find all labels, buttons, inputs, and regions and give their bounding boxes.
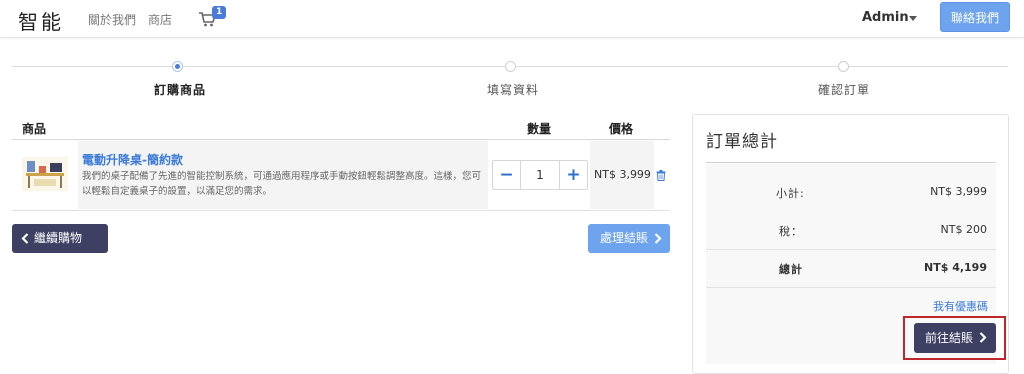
summary-divider xyxy=(706,162,996,163)
coupon-link[interactable]: 我有優惠碼 xyxy=(933,298,988,314)
quantity-input[interactable]: 1 xyxy=(521,161,559,189)
table-divider xyxy=(12,210,670,211)
order-summary-title: 訂單總計 xyxy=(706,132,778,152)
step-dot-order xyxy=(172,61,183,72)
quantity-stepper: − 1 + xyxy=(492,160,588,190)
checkout-label: 前往結賬 xyxy=(925,331,974,345)
column-header-quantity: 數量 xyxy=(527,122,552,136)
total-value: NT$ 4,199 xyxy=(924,261,987,274)
subtotal-label: 小計: xyxy=(776,187,805,200)
decrease-quantity-button[interactable]: − xyxy=(493,161,521,189)
step-label-details: 填寫資料 xyxy=(487,83,540,97)
product-name-link[interactable]: 電動升降桌-簡約款 xyxy=(82,151,183,168)
navbar: 智能 關於我們 商店 1 Admin 聯絡我們 xyxy=(0,0,1024,38)
nav-link-shop[interactable]: 商店 xyxy=(148,11,172,28)
product-thumbnail[interactable] xyxy=(22,157,68,191)
step-dot-confirm xyxy=(838,61,849,72)
chevron-left-icon xyxy=(21,233,29,244)
item-price: NT$ 3,999 xyxy=(594,168,651,181)
increase-quantity-button[interactable]: + xyxy=(559,161,587,189)
brand-logo[interactable]: 智能 xyxy=(18,6,64,35)
product-description: 我們的桌子配備了先進的智能控制系統，可通過應用程序或手動按鈕輕鬆調整高度。這樣，… xyxy=(82,171,482,197)
cart-count-badge: 1 xyxy=(212,6,227,19)
summary-divider xyxy=(706,287,996,288)
step-label-order: 訂購商品 xyxy=(154,83,207,97)
step-label-confirm: 確認訂單 xyxy=(818,83,871,97)
tax-label: 稅： xyxy=(779,225,803,238)
subtotal-value: NT$ 3,999 xyxy=(930,185,987,198)
continue-shopping-label: 繼續購物 xyxy=(34,231,83,245)
process-checkout-button[interactable]: 處理結賬 xyxy=(588,224,670,253)
tax-value: NT$ 200 xyxy=(940,223,987,236)
column-header-price: 價格 xyxy=(609,122,634,136)
checkout-button[interactable]: 前往結賬 xyxy=(914,323,996,353)
user-menu[interactable]: Admin xyxy=(862,10,909,25)
total-label: 總計 xyxy=(779,263,803,276)
chevron-down-icon[interactable] xyxy=(909,16,917,21)
step-dot-details xyxy=(505,61,516,72)
contact-button[interactable]: 聯絡我們 xyxy=(940,2,1010,32)
table-divider xyxy=(12,139,670,140)
trash-icon[interactable] xyxy=(656,170,666,181)
process-checkout-label: 處理結賬 xyxy=(600,231,649,245)
summary-divider xyxy=(706,249,996,250)
continue-shopping-button[interactable]: 繼續購物 xyxy=(12,224,108,253)
chevron-right-icon xyxy=(979,332,987,343)
chevron-right-icon xyxy=(654,233,662,244)
column-header-product: 商品 xyxy=(22,122,47,136)
nav-link-about[interactable]: 關於我們 xyxy=(88,11,136,28)
